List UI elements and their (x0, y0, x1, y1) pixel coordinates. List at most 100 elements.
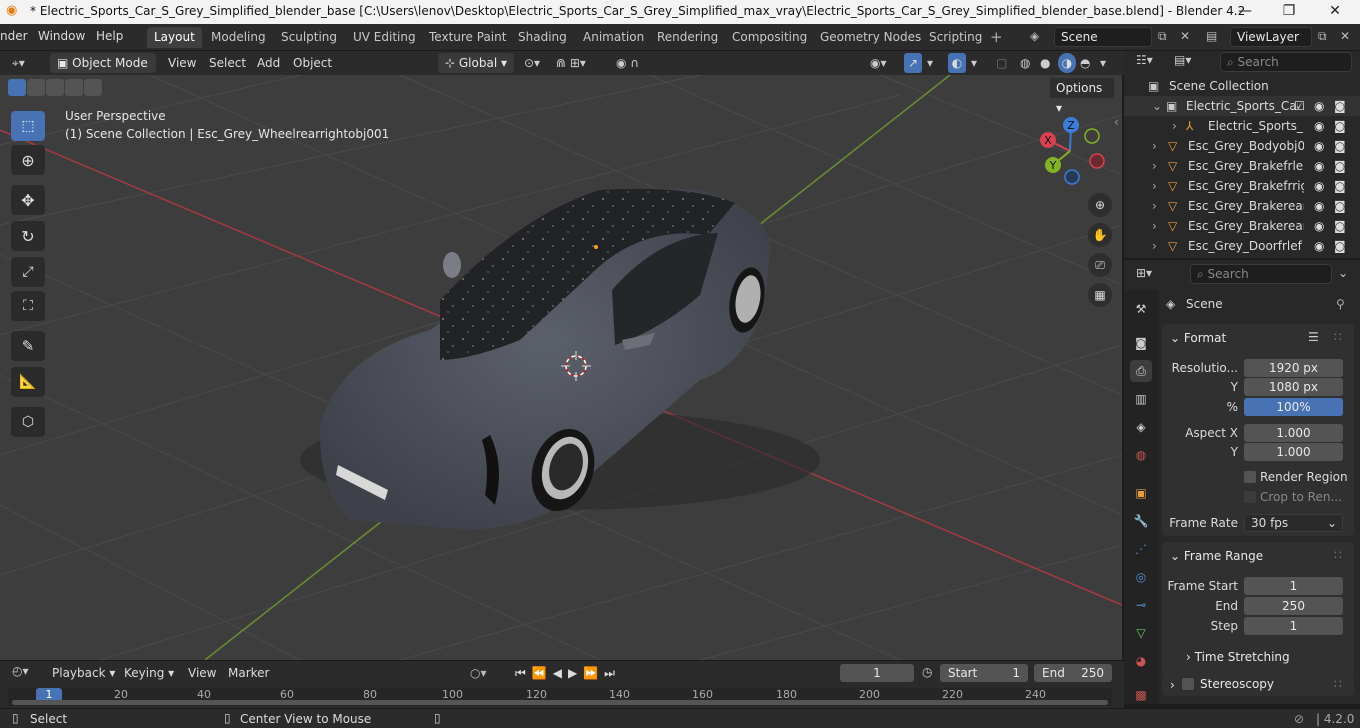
annotate-tool[interactable]: ✎ (11, 331, 45, 361)
outliner-editor-icon[interactable]: ☷▾ (1136, 53, 1153, 67)
tab-view-layer[interactable]: ▥ (1130, 388, 1152, 410)
outliner-row-object[interactable]: › ▽ Esc_Grey_Brakerear ◉ ◙ (1124, 216, 1360, 236)
expand-chevron-icon[interactable]: › (1152, 176, 1157, 196)
timeline-editor-icon[interactable]: ◴▾ (12, 664, 29, 678)
select-intersect-icon[interactable] (84, 79, 102, 96)
camera-icon[interactable]: ◙ (1334, 136, 1346, 156)
menu-render[interactable]: nder (0, 29, 28, 43)
tab-constraints[interactable]: ⊸ (1130, 594, 1152, 616)
move-tool[interactable]: ✥ (11, 185, 45, 215)
visibility-icon[interactable]: ◉▾ (870, 53, 887, 73)
frame-rate-dropdown[interactable]: 30 fps ⌄ (1244, 514, 1343, 532)
sidebar-toggle-icon[interactable]: ‹ (1114, 115, 1119, 129)
tab-scripting[interactable]: Scripting (922, 27, 989, 48)
tab-geometry-nodes[interactable]: Geometry Nodes (813, 27, 928, 48)
frame-step-field[interactable]: 1 (1244, 617, 1343, 635)
format-panel-header[interactable]: ⌄ Format (1170, 331, 1226, 345)
collapse-chevron-icon[interactable]: ⌄ (1152, 96, 1162, 116)
presets-icon[interactable]: ☰ (1308, 330, 1319, 344)
snap-icon[interactable]: ⋒ ⊞▾ (556, 53, 586, 73)
tab-shading[interactable]: Shading (511, 27, 574, 48)
pan-button[interactable]: ✋ (1088, 223, 1112, 247)
wireframe-shading-icon[interactable]: ◍ (1020, 53, 1030, 73)
menu-view[interactable]: View (168, 53, 196, 73)
tab-uv-editing[interactable]: UV Editing (346, 27, 423, 48)
drag-handle-icon[interactable]: ∷ (1334, 677, 1342, 691)
tab-scene[interactable]: ◈ (1130, 416, 1152, 438)
frame-range-panel-header[interactable]: ⌄ Frame Range (1170, 549, 1263, 563)
eye-icon[interactable]: ◉ (1314, 136, 1324, 156)
aspect-x-field[interactable]: 1.000 (1244, 424, 1343, 442)
playback-controls[interactable]: ⏮⏪◀▶⏩⏭ (515, 663, 621, 683)
tab-layout[interactable]: Layout (147, 27, 202, 48)
add-workspace-icon[interactable]: + (990, 28, 1003, 46)
expand-chevron-icon[interactable]: › (1152, 216, 1157, 236)
gizmo-toggle-icon[interactable]: ↗ (904, 53, 922, 73)
navigation-gizmo[interactable]: Z X Y (1030, 113, 1110, 193)
tab-tool[interactable]: ⚒ (1130, 298, 1152, 320)
display-mode-icon[interactable]: ▤▾ (1174, 53, 1191, 67)
drag-handle-icon[interactable]: ∷ (1334, 548, 1342, 562)
select-box-tool[interactable]: ⬚ (11, 111, 45, 141)
resolution-x-field[interactable]: 1920 px (1244, 359, 1343, 377)
tab-texture-paint[interactable]: Texture Paint (422, 27, 513, 48)
shading-dropdown-icon[interactable]: ▾ (1100, 53, 1106, 73)
transform-orientation[interactable]: ⊹ Global ▾ (438, 53, 514, 73)
solid-shading-icon[interactable]: ● (1040, 53, 1050, 73)
frame-start-field[interactable]: 1 (1244, 577, 1343, 595)
tab-world[interactable]: ◍ (1130, 444, 1152, 466)
expand-chevron-icon[interactable]: › (1152, 196, 1157, 216)
time-stretching-header[interactable]: › Time Stretching (1186, 650, 1290, 664)
stereoscopy-chevron-icon[interactable]: › (1170, 678, 1175, 692)
camera-icon[interactable]: ◙ (1334, 176, 1346, 196)
rendered-shading-icon[interactable]: ◓ (1080, 53, 1090, 73)
tab-texture[interactable]: ▩ (1130, 684, 1152, 706)
overlay-toggle-icon[interactable]: ◐ (948, 53, 966, 73)
tab-output[interactable]: ⎙ (1130, 360, 1152, 382)
pivot-icon[interactable]: ⊙▾ (524, 53, 540, 73)
outliner-row-object[interactable]: › ▽ Esc_Grey_Brakerear ◉ ◙ (1124, 196, 1360, 216)
current-frame-field[interactable]: 1 (840, 664, 914, 682)
transform-tool[interactable]: ⛶ (11, 291, 45, 321)
tab-modifiers[interactable]: 🔧 (1130, 510, 1152, 532)
outliner-row-object[interactable]: › ▽ Esc_Grey_Bodyobj0 ◉ ◙ (1124, 136, 1360, 156)
tab-physics[interactable]: ◎ (1130, 566, 1152, 588)
remove-scene-icon[interactable]: ✕ (1180, 29, 1190, 43)
menu-add[interactable]: Add (257, 53, 280, 73)
remove-view-layer-icon[interactable]: ✕ (1340, 29, 1350, 43)
expand-chevron-icon[interactable]: › (1152, 156, 1157, 176)
material-shading-icon[interactable]: ◑ (1058, 53, 1076, 73)
resolution-y-field[interactable]: 1080 px (1244, 378, 1343, 396)
camera-icon[interactable]: ◙ (1334, 196, 1346, 216)
menu-keying[interactable]: Keying ▾ (124, 663, 174, 683)
new-view-layer-icon[interactable]: ⧉ (1318, 29, 1327, 44)
drag-handle-icon[interactable]: ∷ (1334, 330, 1342, 344)
camera-icon[interactable]: ◙ (1334, 216, 1346, 236)
eye-icon[interactable]: ◉ (1314, 196, 1324, 216)
start-frame-field[interactable]: Start 1 (940, 664, 1028, 682)
view-layer-icon[interactable]: ▤ (1206, 29, 1217, 43)
eye-icon[interactable]: ◉ (1314, 156, 1324, 176)
crop-checkbox[interactable] (1244, 491, 1256, 503)
3d-viewport[interactable]: User Perspective (1) Scene Collection | … (0, 75, 1122, 660)
maximize-button[interactable]: ❐ (1266, 0, 1312, 24)
properties-options-icon[interactable]: ⌄ (1338, 266, 1348, 280)
eye-icon[interactable]: ◉ (1314, 116, 1324, 136)
add-cube-tool[interactable]: ⬡ (11, 407, 45, 437)
tab-compositing[interactable]: Compositing (725, 27, 814, 48)
options-dropdown[interactable]: Options ▾ (1049, 77, 1115, 115)
aspect-y-field[interactable]: 1.000 (1244, 443, 1343, 461)
gizmo-dropdown-icon[interactable]: ▾ (927, 53, 933, 73)
cursor-tool[interactable]: ⊕ (11, 145, 45, 175)
view-layer-selector[interactable]: ViewLayer (1230, 27, 1312, 47)
properties-search-input[interactable]: ⌕ Search (1190, 264, 1332, 284)
tab-rendering[interactable]: Rendering (650, 27, 725, 48)
scene-selector[interactable]: Scene (1054, 27, 1152, 47)
new-scene-icon[interactable]: ⧉ (1158, 29, 1167, 44)
menu-help[interactable]: Help (96, 29, 123, 43)
scene-icon[interactable]: ◈ (1030, 29, 1039, 43)
zoom-button[interactable]: ⊕ (1088, 193, 1112, 217)
eye-icon[interactable]: ◉ (1314, 216, 1324, 236)
menu-timeline-view[interactable]: View (188, 663, 216, 683)
tab-sculpting[interactable]: Sculpting (274, 27, 344, 48)
